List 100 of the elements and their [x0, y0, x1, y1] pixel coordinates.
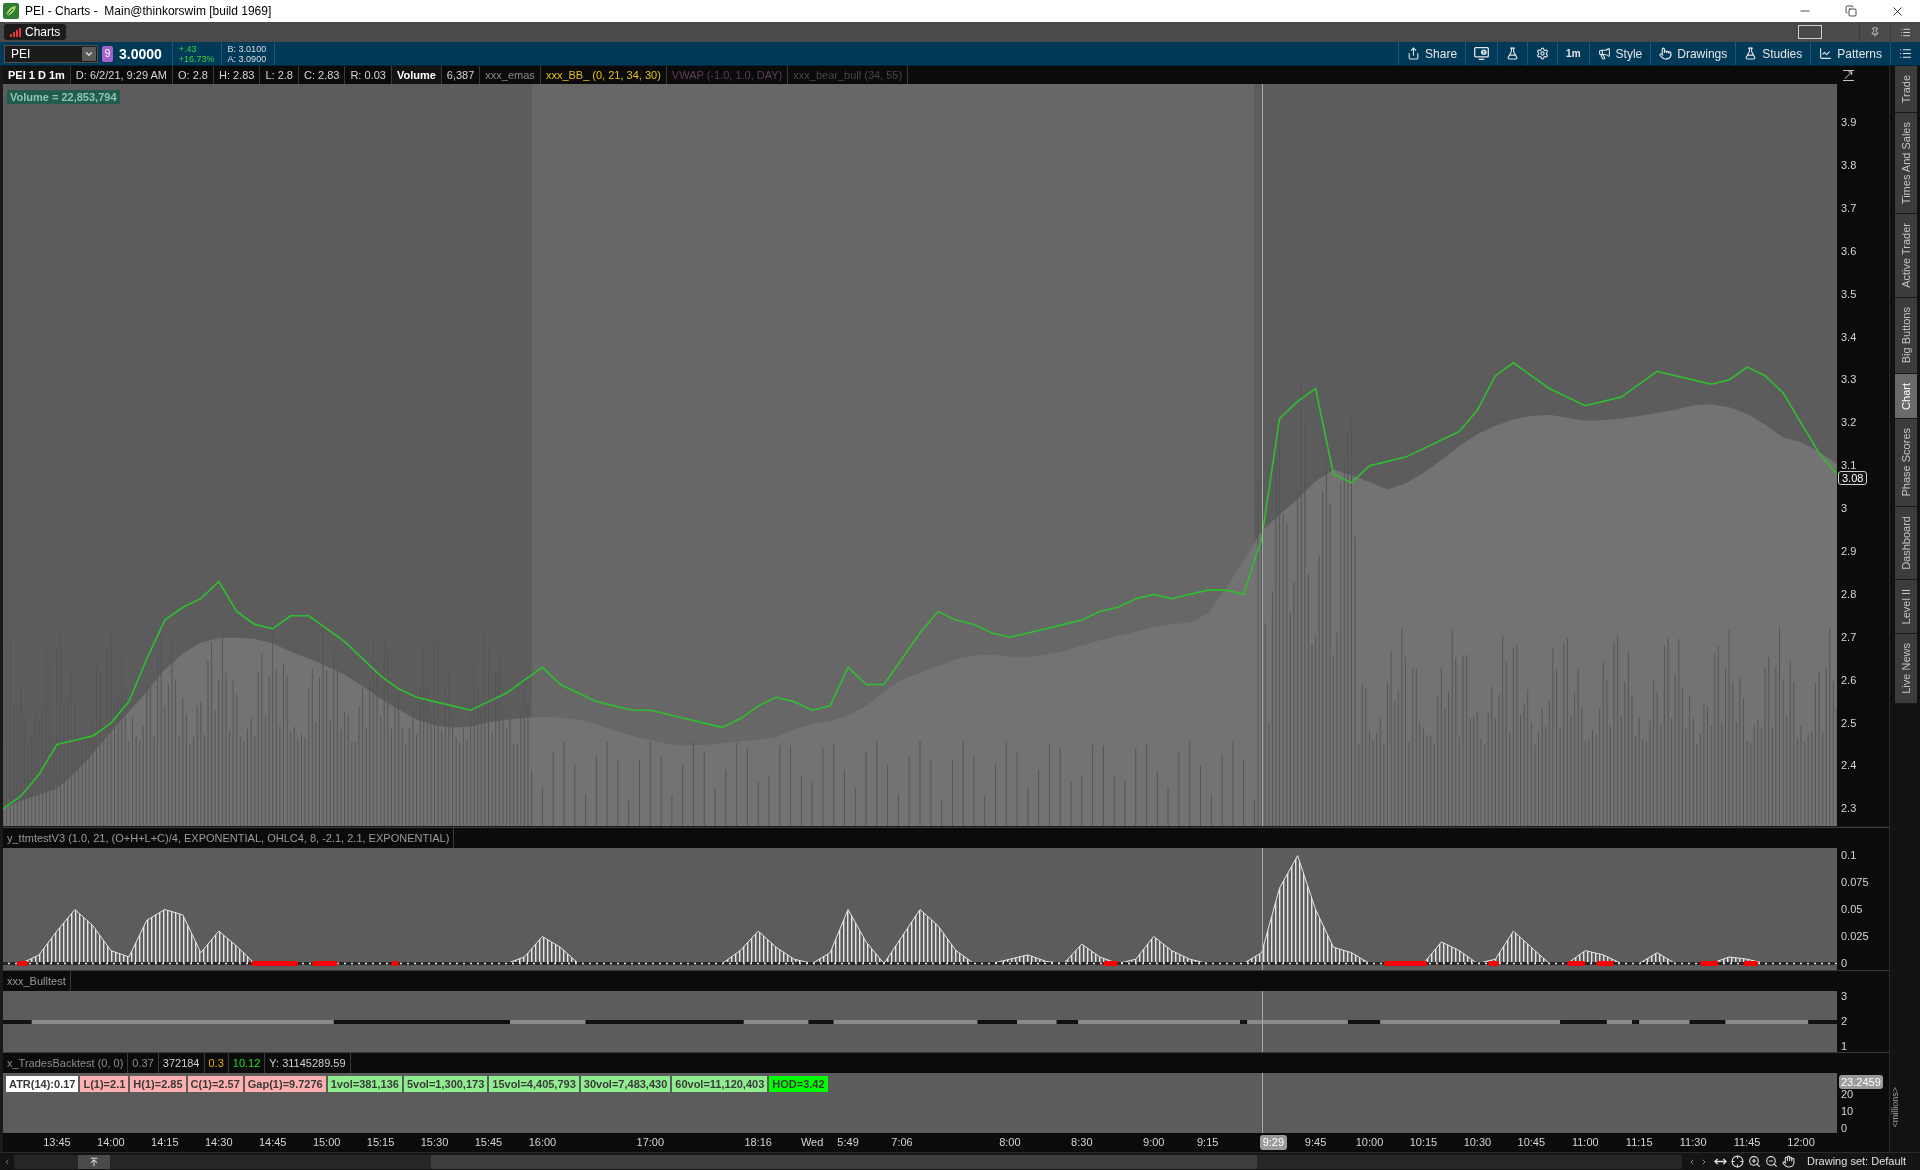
time-label: 18:16 [744, 1136, 772, 1149]
zoom-in-icon[interactable] [1748, 1155, 1761, 1168]
time-label: 11:45 [1733, 1136, 1761, 1149]
time-label: 14:45 [258, 1136, 287, 1149]
last-price-badge: 3.08 [1838, 471, 1868, 486]
axis-label: 3.6 [1841, 245, 1857, 257]
ask-price: A: 3.0900 [227, 53, 267, 64]
monitor-alert-icon [1474, 47, 1490, 60]
share-icon [1407, 47, 1421, 60]
axis-label: 2.9 [1841, 546, 1857, 557]
study-chip: ATR(14):0.17 [6, 1076, 79, 1092]
study-chip: H(1)=2.85 [130, 1076, 186, 1092]
side-tab[interactable]: Level II [1895, 579, 1917, 635]
hand-icon[interactable] [1782, 1155, 1795, 1168]
crosshair-icon[interactable] [1731, 1155, 1744, 1168]
time-label: 15:45 [474, 1136, 503, 1149]
cursor-time-label: 9:29 [1259, 1135, 1288, 1150]
side-tab[interactable]: Times And Sales [1895, 113, 1917, 215]
side-tab[interactable]: Trade [1895, 66, 1917, 114]
chevron-left-icon[interactable] [1688, 1157, 1696, 1166]
side-tab[interactable]: Live News [1895, 634, 1917, 704]
window-title: PEI - Charts - Main@thinkorswim [build 1969] [25, 4, 272, 18]
megaphone-icon [1597, 47, 1611, 60]
axis-label: 0 [1841, 958, 1848, 969]
axis-label: 2.5 [1841, 717, 1857, 729]
patterns-button[interactable]: Patterns [1810, 42, 1890, 65]
symbol-field[interactable]: PEI [4, 44, 98, 63]
pin-icon[interactable] [1870, 27, 1880, 37]
chart-info-title: Volume [391, 66, 442, 84]
axis-label: 2.7 [1841, 631, 1857, 643]
time-label: 8:30 [1071, 1136, 1093, 1149]
flask-icon [1506, 47, 1520, 60]
volume-readout: Volume = 22,853,794 [7, 90, 120, 104]
time-label: 14:30 [205, 1136, 233, 1149]
style-button[interactable]: Style [1588, 42, 1651, 65]
link-group-badge[interactable]: 9 [102, 45, 113, 62]
time-label: 12:00 [1787, 1136, 1815, 1149]
time-label: 11:15 [1625, 1136, 1653, 1149]
axis-label: 2.8 [1841, 588, 1857, 600]
study-chip: C(1)=2.57 [187, 1076, 243, 1092]
axis-label: 2.6 [1841, 674, 1857, 686]
time-label: 9:15 [1196, 1136, 1219, 1149]
study-chip: HOD=3.42 [769, 1076, 828, 1092]
side-tab[interactable]: Chart [1895, 373, 1917, 420]
side-tab[interactable]: Dashboard [1895, 506, 1917, 580]
time-label: 7:06 [891, 1136, 913, 1149]
time-label: 14:00 [97, 1136, 125, 1149]
study-chip: 5vol=1,300,173 [403, 1076, 488, 1092]
side-tab[interactable]: Active Trader [1895, 214, 1917, 299]
time-label: 14:15 [151, 1136, 179, 1149]
axis-label: 20 [1841, 1089, 1854, 1099]
axis-label: 3.9 [1841, 117, 1857, 129]
drawing-set-label[interactable]: Drawing set: Default [1807, 1155, 1907, 1168]
axis-label: 0.1 [1841, 850, 1857, 862]
time-label: Wed [800, 1136, 824, 1149]
rectangle-outline-icon[interactable] [1798, 25, 1822, 39]
time-label: 9:00 [1143, 1136, 1165, 1149]
arrow-up-to-line-icon [89, 1156, 99, 1167]
time-label: 5:49 [837, 1136, 859, 1149]
settings-icon [1536, 47, 1550, 60]
study-chip: 1vol=381,136 [327, 1076, 402, 1092]
chevron-right-icon[interactable] [1700, 1157, 1708, 1166]
volume-badge: 23.2459 [1839, 1075, 1883, 1089]
time-label: 16:00 [528, 1136, 557, 1149]
axis-label: 10 [1841, 1106, 1854, 1116]
axis-label: 3.1 [1841, 460, 1857, 472]
time-label: 8:00 [999, 1136, 1021, 1149]
axis-label: 2.3 [1841, 803, 1857, 815]
autoscale-icon[interactable] [1843, 69, 1854, 81]
menu-icon[interactable] [1900, 26, 1911, 38]
axis-label: 0.05 [1841, 904, 1863, 916]
axis-label: 3 [1841, 503, 1848, 515]
time-label: 15:00 [312, 1136, 341, 1149]
flask-icon [1744, 47, 1758, 60]
app-logo-icon [3, 3, 19, 19]
drawings-button[interactable]: Drawings [1650, 42, 1736, 65]
restore-icon [1845, 5, 1857, 17]
crosshair-line [1261, 991, 1263, 1052]
axis-label: 1 [1841, 1041, 1849, 1052]
tab[interactable]: Charts [4, 24, 67, 40]
axis-label: 0.025 [1841, 931, 1869, 942]
time-frame-button[interactable]: 1m [1557, 42, 1589, 65]
study-chip: L(1)=2.1 [80, 1076, 129, 1092]
axis-label: 2.4 [1841, 760, 1857, 772]
side-tab[interactable]: Phase Scores [1895, 419, 1917, 507]
study-chip: 15vol=4,405,793 [489, 1076, 579, 1092]
studies-button[interactable]: Studies [1735, 42, 1811, 65]
last-price: 3.0000 [119, 45, 162, 62]
study-chip: 60vol=11,120,403 [672, 1076, 768, 1092]
axis-label: 0.075 [1841, 877, 1869, 889]
zoom-out-icon[interactable] [1765, 1155, 1778, 1168]
jump-button[interactable] [78, 1154, 110, 1169]
side-tab[interactable]: Big Buttons [1895, 298, 1917, 374]
share-button[interactable]: Share [1398, 42, 1466, 65]
study-chip: Gap(1)=9.7276 [244, 1076, 326, 1092]
crosshair-line [1261, 1073, 1263, 1133]
symbol-dropdown-button[interactable] [82, 46, 96, 61]
chevron-left-icon[interactable] [3, 1157, 11, 1166]
time-label: 15:30 [420, 1136, 449, 1149]
scroll-thumb[interactable] [431, 1154, 1257, 1169]
